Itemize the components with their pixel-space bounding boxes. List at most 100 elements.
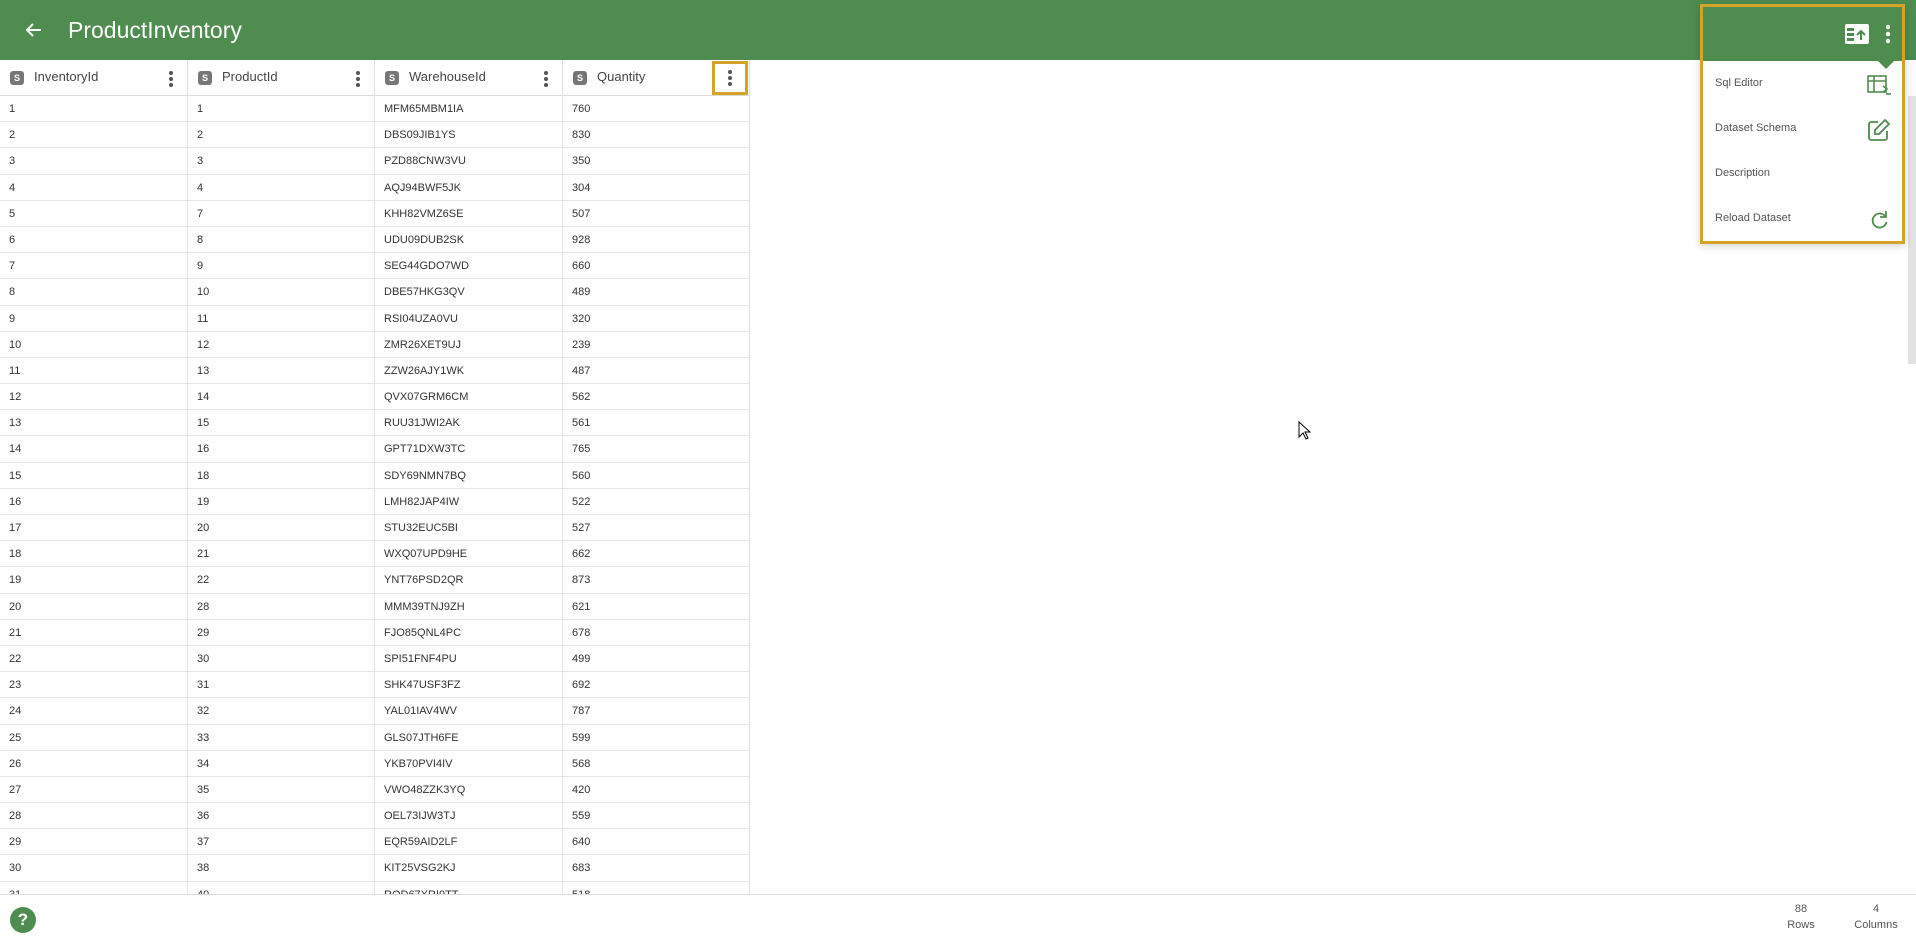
table-cell[interactable]: 487	[563, 358, 749, 384]
table-row[interactable]: 20 28 MMM39TNJ9ZH 621	[0, 593, 749, 620]
table-cell[interactable]: 928	[563, 227, 749, 253]
table-row[interactable]: 13 15 RUU31JWI2AK 561	[0, 410, 749, 437]
table-cell[interactable]: 24	[0, 698, 188, 725]
table-cell[interactable]: 561	[563, 410, 749, 436]
table-cell[interactable]: 350	[563, 148, 749, 174]
table-cell[interactable]: 562	[563, 384, 749, 410]
table-cell[interactable]: 320	[563, 306, 749, 332]
table-cell[interactable]: 10	[188, 279, 375, 306]
table-row[interactable]: 2 2 DBS09JIB1YS 830	[0, 122, 749, 149]
table-cell[interactable]: KIT25VSG2KJ	[375, 855, 563, 882]
table-cell[interactable]: 5	[0, 200, 188, 227]
table-cell[interactable]: SHK47USF3FZ	[375, 672, 563, 699]
table-cell[interactable]: 489	[563, 279, 749, 305]
table-cell[interactable]: 3	[0, 148, 188, 175]
table-cell[interactable]: 30	[188, 645, 375, 673]
table-row[interactable]: 23 31 SHK47USF3FZ 692	[0, 672, 749, 699]
table-cell[interactable]: SPI51FNF4PU	[375, 645, 563, 673]
table-row[interactable]: 5 7 KHH82VMZ6SE 507	[0, 200, 749, 227]
table-cell[interactable]: 239	[563, 332, 749, 358]
table-cell[interactable]: 28	[188, 593, 375, 620]
table-cell[interactable]: WXQ07UPD9HE	[375, 541, 563, 568]
table-cell[interactable]: 2	[0, 122, 188, 149]
table-cell[interactable]: AQJ94BWF5JK	[375, 174, 563, 201]
table-cell[interactable]: GPT71DXW3TC	[375, 436, 563, 463]
table-row[interactable]: 10 12 ZMR26XET9UJ 239	[0, 331, 749, 358]
table-cell[interactable]: ZMR26XET9UJ	[375, 331, 563, 358]
menu-item-description[interactable]: Description	[1703, 152, 1902, 197]
table-cell[interactable]: 40	[188, 881, 375, 894]
table-row[interactable]: 19 22 YNT76PSD2QR 873	[0, 567, 749, 594]
table-cell[interactable]: 420	[563, 777, 749, 803]
table-cell[interactable]: 33	[188, 724, 375, 751]
scrollbar[interactable]	[1908, 96, 1916, 364]
table-cell[interactable]: 2	[188, 122, 375, 149]
table-row[interactable]: 26 34 YKB70PVI4IV 568	[0, 750, 749, 777]
table-cell[interactable]: SDY69NMN7BQ	[375, 462, 563, 489]
table-cell[interactable]: 760	[563, 96, 749, 122]
table-row[interactable]: 22 30 SPI51FNF4PU 499	[0, 645, 749, 673]
table-cell[interactable]: 4	[188, 174, 375, 201]
column-menu-icon[interactable]	[540, 68, 552, 88]
table-row[interactable]: 18 21 WXQ07UPD9HE 662	[0, 541, 749, 568]
table-cell[interactable]: 6	[0, 226, 188, 254]
table-cell[interactable]: 21	[0, 619, 188, 646]
table-cell[interactable]: 17	[0, 515, 188, 542]
column-header[interactable]: S InventoryId	[0, 60, 188, 96]
table-cell[interactable]: 873	[563, 567, 749, 593]
table-cell[interactable]: 692	[563, 672, 749, 698]
table-cell[interactable]: OEL73IJW3TJ	[375, 803, 563, 830]
table-cell[interactable]: 499	[563, 646, 749, 672]
table-cell[interactable]: 29	[188, 619, 375, 646]
table-cell[interactable]: MFM65MBM1IA	[375, 96, 563, 123]
table-cell[interactable]: SEG44GDO7WD	[375, 253, 563, 280]
table-cell[interactable]: 35	[188, 776, 375, 804]
table-cell[interactable]: 25	[0, 724, 188, 751]
table-cell[interactable]: 640	[563, 829, 749, 855]
table-cell[interactable]: 3	[188, 148, 375, 175]
table-cell[interactable]: 31	[188, 672, 375, 699]
table-cell[interactable]: 37	[188, 829, 375, 856]
table-cell[interactable]: 30	[0, 855, 188, 882]
table-cell[interactable]: 23	[0, 672, 188, 699]
table-cell[interactable]: 14	[0, 436, 188, 463]
column-header[interactable]: S WarehouseId	[375, 60, 563, 96]
column-menu-icon[interactable]	[352, 68, 364, 88]
table-cell[interactable]: QVX07GRM6CM	[375, 384, 563, 411]
table-cell[interactable]: 11	[0, 357, 188, 385]
table-cell[interactable]: ROD67XRI9TT	[375, 881, 563, 894]
table-cell[interactable]: 560	[563, 463, 749, 489]
table-row[interactable]: 9 11 RSI04UZA0VU 320	[0, 305, 749, 332]
table-cell[interactable]: 507	[563, 201, 749, 227]
table-row[interactable]: 3140ROD67XRI9TT518	[0, 881, 749, 894]
table-cell[interactable]: FJO85QNL4PC	[375, 619, 563, 646]
table-cell[interactable]: 527	[563, 515, 749, 541]
table-row[interactable]: 7 9 SEG44GDO7WD 660	[0, 253, 749, 280]
table-cell[interactable]: 599	[563, 725, 749, 751]
table-cell[interactable]: 13	[188, 357, 375, 385]
table-row[interactable]: 28 36 OEL73IJW3TJ 559	[0, 803, 749, 830]
table-row[interactable]: 8 10 DBE57HKG3QV 489	[0, 279, 749, 306]
table-cell[interactable]: YNT76PSD2QR	[375, 567, 563, 594]
table-cell[interactable]: DBS09JIB1YS	[375, 122, 563, 149]
table-cell[interactable]: 34	[188, 750, 375, 777]
table-row[interactable]: 1 1 MFM65MBM1IA 760	[0, 96, 749, 123]
table-cell[interactable]: 660	[563, 253, 749, 279]
table-cell[interactable]: 22	[0, 645, 188, 673]
table-row[interactable]: 12 14 QVX07GRM6CM 562	[0, 384, 749, 411]
table-row[interactable]: 17 20 STU32EUC5BI 527	[0, 515, 749, 542]
table-cell[interactable]: GLS07JTH6FE	[375, 724, 563, 751]
table-cell[interactable]: 7	[0, 253, 188, 280]
table-cell[interactable]: 621	[563, 594, 749, 620]
table-cell[interactable]: 9	[188, 253, 375, 280]
table-cell[interactable]: RSI04UZA0VU	[375, 305, 563, 332]
column-menu-icon[interactable]	[712, 61, 748, 95]
table-cell[interactable]: PZD88CNW3VU	[375, 148, 563, 175]
table-cell[interactable]: 7	[188, 200, 375, 227]
table-cell[interactable]: 8	[188, 226, 375, 254]
table-cell[interactable]: 18	[188, 462, 375, 489]
help-icon[interactable]: ?	[10, 907, 36, 933]
table-cell[interactable]: 16	[188, 436, 375, 463]
table-cell[interactable]: 15	[188, 410, 375, 437]
menu-item-reload-dataset[interactable]: Reload Dataset	[1703, 197, 1902, 242]
